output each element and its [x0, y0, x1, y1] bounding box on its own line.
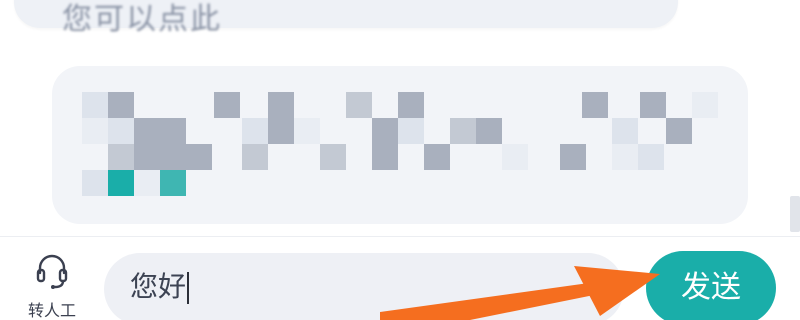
input-bar: 转人工 您好 发送	[0, 236, 800, 320]
mosaic-cell	[160, 144, 186, 170]
mosaic-cell	[638, 144, 664, 170]
mosaic-cell	[502, 144, 528, 170]
mosaic-cell	[134, 170, 160, 196]
mosaic-cell	[692, 92, 718, 118]
mosaic-cell	[134, 144, 160, 170]
mosaic-cell	[242, 118, 268, 144]
mosaic-cell	[242, 144, 268, 170]
mosaic-cell	[160, 118, 186, 144]
mosaic-cell	[82, 170, 108, 196]
mosaic-cell	[424, 144, 450, 170]
mosaic-cell	[560, 144, 586, 170]
mosaic-cell	[372, 118, 398, 144]
mosaic-cell	[450, 118, 476, 144]
message-bubble-previous: 您可以点此	[14, 0, 678, 37]
message-input[interactable]: 您好	[104, 253, 624, 320]
mosaic-cell	[398, 92, 424, 118]
mosaic-cell	[640, 92, 666, 118]
mosaic-cell	[108, 144, 134, 170]
mosaic-cell	[294, 118, 320, 144]
send-button-label: 发送	[681, 270, 741, 305]
pixelated-content	[52, 66, 748, 224]
message-input-value: 您好	[130, 269, 190, 305]
transfer-to-agent-label: 转人工	[27, 301, 76, 320]
mosaic-cell	[214, 92, 240, 118]
scrollbar-thumb[interactable]	[790, 196, 800, 232]
transfer-to-agent-button[interactable]: 转人工	[14, 251, 90, 320]
mosaic-cell	[666, 118, 692, 144]
chat-message-area: 您可以点此	[0, 0, 800, 236]
mosaic-cell	[160, 170, 186, 196]
mosaic-cell	[346, 92, 372, 118]
mosaic-cell	[82, 92, 108, 118]
mosaic-cell	[612, 118, 638, 144]
mosaic-cell	[108, 92, 134, 118]
mosaic-cell	[108, 170, 134, 196]
send-button[interactable]: 发送	[646, 251, 776, 320]
mosaic-cell	[582, 92, 608, 118]
mosaic-cell	[108, 118, 134, 144]
headset-icon	[36, 254, 68, 289]
message-input-text: 您好	[130, 270, 187, 303]
mosaic-cell	[372, 144, 398, 170]
mosaic-cell	[82, 118, 108, 144]
text-caret	[187, 272, 190, 304]
mosaic-cell	[186, 144, 212, 170]
mosaic-cell	[134, 118, 160, 144]
mosaic-cell	[398, 118, 424, 144]
mosaic-cell	[320, 144, 346, 170]
mosaic-cell	[476, 118, 502, 144]
chat-screen: 您可以点此 转人工 您好 发送	[0, 0, 800, 320]
message-bubble-pixelated	[52, 66, 748, 224]
mosaic-cell	[268, 92, 294, 118]
mosaic-cell	[268, 118, 294, 144]
message-bubble-text: 您可以点此	[62, 2, 222, 37]
mosaic-cell	[612, 144, 638, 170]
